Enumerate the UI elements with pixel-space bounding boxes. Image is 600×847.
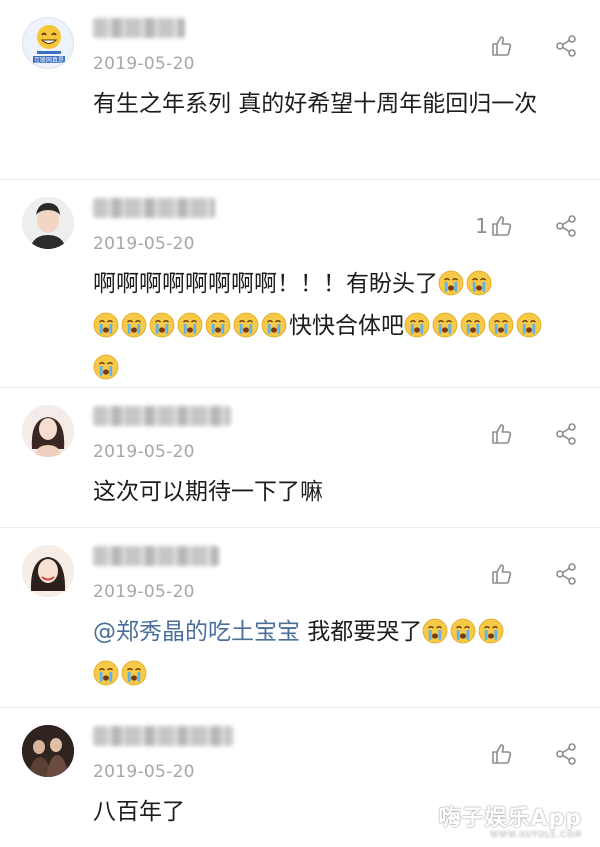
avatar[interactable] (22, 405, 74, 457)
comment-item: 2019-05-20 @郑秀晶的吃土宝宝 我都要哭了 (0, 528, 600, 708)
smile-emoji-avatar-icon: 互联网真是 (33, 25, 65, 64)
username-blurred[interactable] (93, 726, 233, 746)
comment-line: 快快合体吧 (93, 305, 573, 347)
comment-line: @郑秀晶的吃土宝宝 我都要哭了 (93, 611, 573, 653)
crying-emoji-icon (466, 270, 492, 296)
crying-emoji-icon (149, 312, 175, 338)
crying-emoji-icon (478, 618, 504, 644)
username-blurred[interactable] (93, 406, 231, 426)
comment-text-segment: 啊啊啊啊啊啊啊啊！！！有盼头了 (93, 271, 438, 297)
crying-emoji-icon (422, 618, 448, 644)
avatar[interactable] (22, 545, 74, 597)
crying-emoji-icon (516, 312, 542, 338)
thumbs-up-icon (492, 564, 512, 584)
like-button[interactable] (458, 34, 518, 60)
share-icon[interactable] (554, 562, 578, 586)
crying-emoji-icon (488, 312, 514, 338)
avatar-caption: 互联网真是 (34, 56, 64, 64)
group-photo-avatar-icon (22, 725, 74, 777)
person-avatar-icon (22, 405, 74, 457)
thumbs-up-icon (492, 744, 512, 764)
username-blurred[interactable] (93, 198, 215, 218)
comment-item: 2019-05-20 这次可以期待一下了嘛 (0, 388, 600, 528)
comment-line: 啊啊啊啊啊啊啊啊！！！有盼头了 (93, 263, 573, 305)
thumbs-up-icon (492, 36, 512, 56)
crying-emoji-icon (205, 312, 231, 338)
comment-text: 啊啊啊啊啊啊啊啊！！！有盼头了 快快合体吧 (93, 263, 573, 389)
share-icon[interactable] (554, 214, 578, 238)
like-button[interactable] (458, 742, 518, 768)
comment-date: 2019-05-20 (93, 442, 195, 462)
avatar[interactable] (22, 725, 74, 777)
person-avatar-icon (22, 197, 74, 249)
comment-date: 2019-05-20 (93, 54, 195, 74)
share-icon[interactable] (554, 742, 578, 766)
comment-text-segment: 快快合体吧 (289, 313, 404, 339)
username-blurred[interactable] (93, 18, 185, 38)
thumbs-up-icon (492, 424, 512, 444)
crying-emoji-icon (93, 660, 119, 686)
avatar[interactable] (22, 197, 74, 249)
crying-emoji-icon (438, 270, 464, 296)
watermark: 嗨子娱乐App WWW.KUYULE.COM (438, 800, 582, 839)
comment-date: 2019-05-20 (93, 762, 195, 782)
person-avatar-icon (22, 545, 74, 597)
comment-line (93, 653, 573, 695)
crying-emoji-icon (233, 312, 259, 338)
mention-link[interactable]: @郑秀晶的吃土宝宝 (93, 619, 300, 645)
comment-text: @郑秀晶的吃土宝宝 我都要哭了 (93, 611, 573, 695)
comment-date: 2019-05-20 (93, 582, 195, 602)
comment-text: 这次可以期待一下了嘛 (93, 479, 323, 505)
crying-emoji-icon (460, 312, 486, 338)
comment-text-segment: 我都要哭了 (300, 619, 423, 645)
crying-emoji-icon (450, 618, 476, 644)
crying-emoji-icon (121, 660, 147, 686)
crying-emoji-icon (404, 312, 430, 338)
like-count: 1 (475, 214, 488, 238)
crying-emoji-icon (121, 312, 147, 338)
comment-item: 互联网真是 2019-05-20 有生之年系列 真的好希望十周年能回归一次 (0, 0, 600, 180)
comment-text: 有生之年系列 真的好希望十周年能回归一次 (93, 91, 538, 117)
crying-emoji-icon (93, 312, 119, 338)
thumbs-up-icon (492, 216, 512, 236)
crying-emoji-icon (261, 312, 287, 338)
comment-item: 2019-05-20 1 啊啊啊啊啊啊啊啊！！！有盼头了 快快合体吧 (0, 180, 600, 388)
comment-date: 2019-05-20 (93, 234, 195, 254)
crying-emoji-icon (93, 354, 119, 380)
like-button[interactable] (458, 562, 518, 588)
share-icon[interactable] (554, 34, 578, 58)
crying-emoji-icon (432, 312, 458, 338)
comment-line (93, 347, 573, 389)
share-icon[interactable] (554, 422, 578, 446)
avatar[interactable]: 互联网真是 (22, 17, 74, 69)
watermark-title: 嗨子娱乐App (438, 806, 582, 831)
crying-emoji-icon (177, 312, 203, 338)
like-button[interactable] (458, 422, 518, 448)
username-blurred[interactable] (93, 546, 219, 566)
like-button[interactable]: 1 (458, 214, 518, 240)
